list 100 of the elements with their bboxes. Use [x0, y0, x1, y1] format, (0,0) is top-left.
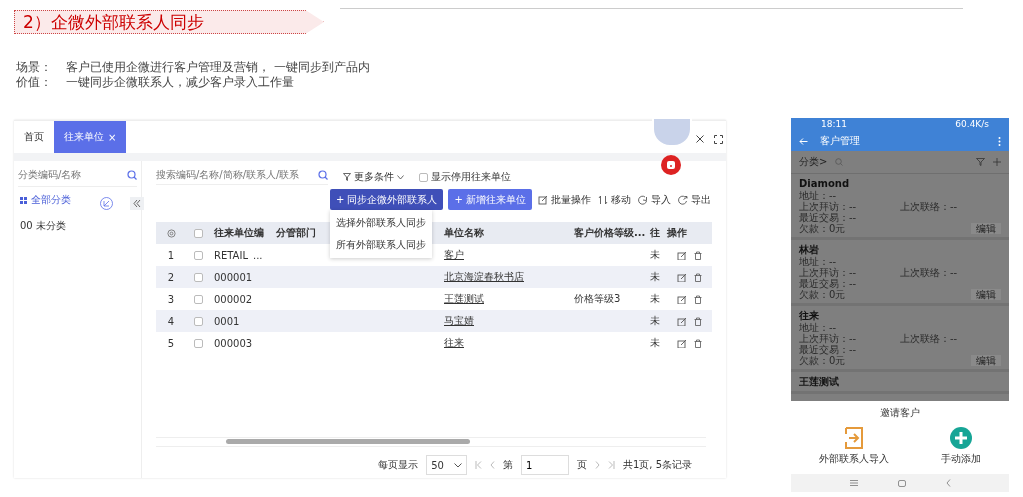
name-link[interactable]: 往来	[444, 337, 464, 348]
customer-name: 往来	[799, 309, 820, 322]
pager-summary: 共1页, 5条记录	[622, 458, 692, 472]
section-title: 2）企微外部联系人同步	[14, 10, 324, 34]
table-cell-text: 价格等级3	[573, 292, 622, 306]
customer-name: 林岩	[799, 243, 820, 256]
checkbox[interactable]	[419, 172, 428, 182]
column-header: 操作	[666, 226, 688, 240]
tab[interactable]: 首页	[14, 121, 54, 153]
trash-icon[interactable]	[694, 250, 702, 260]
settings-icon[interactable]	[166, 228, 176, 238]
plus-icon	[950, 427, 972, 449]
tab[interactable]: 往来单位 ×	[54, 121, 127, 153]
trash-icon[interactable]	[694, 272, 702, 282]
name-link[interactable]: 客户	[444, 249, 464, 260]
edit-button[interactable]: 编辑	[971, 223, 1001, 234]
import-icon	[638, 194, 648, 205]
search-icon[interactable]	[127, 169, 137, 180]
network-speed: 60.4K/s	[955, 119, 989, 131]
table-cell-text: 未	[649, 314, 661, 328]
table-cell-text: 未	[649, 248, 661, 262]
more-icon[interactable]	[998, 136, 1001, 146]
table-cell-text: 未	[649, 336, 661, 350]
record-button-icon[interactable]	[661, 155, 681, 175]
column-header: 往	[649, 226, 661, 240]
page-field[interactable]: 1	[520, 455, 569, 475]
checkbox[interactable]	[193, 294, 203, 304]
sheet-title: 邀请客户	[880, 406, 920, 420]
toolbar-action[interactable]: 导入	[637, 192, 672, 207]
table-cell-text: 0001	[213, 315, 241, 327]
line-label: 价值：	[16, 75, 52, 90]
previous-icon[interactable]	[489, 461, 495, 469]
column-header: 单位名称	[443, 226, 485, 240]
scrollbar-thumb[interactable]	[226, 439, 470, 444]
toolbar-action[interactable]: 导出	[677, 192, 712, 207]
checkbox[interactable]	[193, 250, 203, 260]
table-cell-text: 000003	[213, 337, 254, 349]
menu-item[interactable]: 选择外部联系人同步	[329, 212, 432, 234]
checkbox[interactable]	[193, 338, 203, 348]
menu-icon[interactable]	[849, 480, 858, 486]
edit-button[interactable]: 编辑	[971, 355, 1001, 366]
app-title: 客户管理	[820, 134, 860, 148]
category-item[interactable]: 00 未分类	[18, 213, 68, 239]
back-icon[interactable]	[945, 479, 951, 487]
menu-item[interactable]: 所有外部联系人同步	[329, 234, 432, 256]
table-cell-text: 未	[649, 292, 661, 306]
name-link[interactable]: 北京海淀春秋书店	[444, 271, 524, 282]
name-link[interactable]: 王莲测试	[444, 293, 484, 304]
table-cell-text: RETAIL_...	[213, 249, 264, 261]
trash-icon[interactable]	[694, 338, 702, 348]
table-cell-text: 000002	[213, 293, 254, 305]
category-item[interactable]: 全部分类	[18, 187, 73, 213]
search-field[interactable]: 搜索编码/名称/简称/联系人/联系	[156, 169, 314, 180]
column-header: 客户价格等级...	[573, 226, 646, 240]
pager-label: 第	[502, 458, 513, 472]
caret-icon	[397, 174, 404, 180]
toolbar-action[interactable]: 移动	[597, 192, 632, 207]
caret-icon	[453, 462, 462, 468]
row-number: 4	[166, 315, 176, 327]
close-icon[interactable]: ×	[108, 131, 117, 143]
more-filters-dropdown[interactable]: 更多条件	[342, 170, 405, 184]
customer-field: 最近交易：--	[799, 278, 1001, 289]
checkbox[interactable]	[193, 228, 203, 238]
name-link[interactable]: 马宝婧	[444, 315, 474, 326]
next-icon[interactable]	[594, 461, 600, 469]
filter-icon[interactable]	[976, 158, 985, 166]
customer-card[interactable]: 王莲测试	[791, 372, 1009, 394]
sheet-option[interactable]: 手动添加	[935, 426, 987, 467]
checkbox-label: 显示停用往来单位	[431, 170, 511, 184]
checkbox[interactable]	[193, 272, 203, 282]
home-icon[interactable]	[897, 479, 906, 487]
sheet-option[interactable]: 外部联系人导入	[813, 426, 895, 467]
checkbox[interactable]	[193, 316, 203, 326]
edit-button[interactable]: 编辑	[971, 289, 1001, 300]
sort-icon	[598, 194, 608, 205]
trash-icon[interactable]	[694, 316, 702, 326]
export-icon	[678, 194, 688, 205]
customer-field: 地址：--	[799, 256, 1001, 267]
search-icon[interactable]	[318, 169, 328, 180]
collapse-icon[interactable]	[130, 197, 144, 210]
customer-field: 欠款：0元	[799, 289, 900, 300]
fullscreen-icon[interactable]	[714, 135, 723, 144]
customer-field: 最近交易：--	[799, 344, 1001, 355]
line-text: 客户已使用企微进行客户管理及营销， 一键同步到产品内	[66, 60, 370, 75]
customer-field: 最近交易：--	[799, 212, 1001, 223]
filter-icon	[343, 173, 351, 181]
pager-label: 页	[576, 458, 587, 472]
add-icon[interactable]	[993, 158, 1001, 166]
toolbar-action[interactable]: 批量操作	[537, 192, 592, 207]
pager-label: 每页显示	[378, 458, 419, 472]
sync-contacts-button[interactable]: + 同步企微外部联系人	[329, 189, 444, 210]
row-number: 5	[166, 337, 176, 349]
close-icon[interactable]	[696, 135, 704, 143]
category-filter[interactable]: 分类>	[799, 155, 828, 169]
search-field[interactable]: 分类编码/名称	[18, 169, 118, 180]
page-size-select[interactable]: 50	[426, 455, 467, 475]
add-button[interactable]: + 新增往来单位	[448, 189, 532, 210]
customer-field: 欠款：0元	[799, 223, 900, 234]
trash-icon[interactable]	[694, 294, 702, 304]
line-text: 一键同步企微联系人，减少客户录入工作量	[66, 75, 294, 90]
